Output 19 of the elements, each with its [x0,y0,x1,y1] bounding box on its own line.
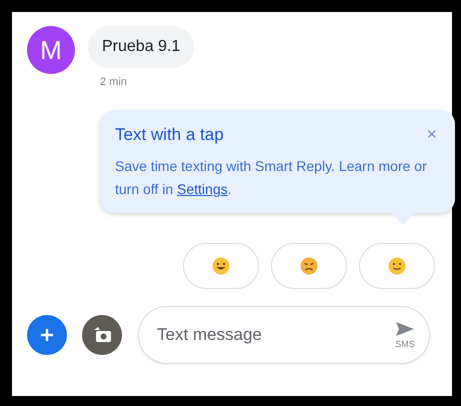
frowning-face-icon [300,257,318,275]
camera-button[interactable] [82,315,122,355]
reply-chip[interactable] [271,243,347,289]
send-icon [395,321,415,337]
smiling-face-icon [388,257,406,275]
send-button[interactable]: SMS [395,321,415,349]
tip-text: Save time texting with Smart Reply. Learn more or turn off in Settings. [115,157,428,199]
plus-icon [40,328,54,342]
add-button[interactable] [27,315,67,355]
message-time: 2 min [100,76,128,88]
settings-link[interactable]: Settings [177,181,228,197]
tip-title: Text with a tap [115,124,224,144]
reply-chip[interactable] [359,243,435,289]
close-button[interactable]: × [422,124,441,145]
message-field[interactable]: Text message SMS [138,306,430,364]
reply-chip[interactable] [183,243,259,289]
avatar: M [27,26,75,74]
grinning-face-icon [212,257,230,275]
message-bubble: Prueba 9.1 [88,26,194,68]
